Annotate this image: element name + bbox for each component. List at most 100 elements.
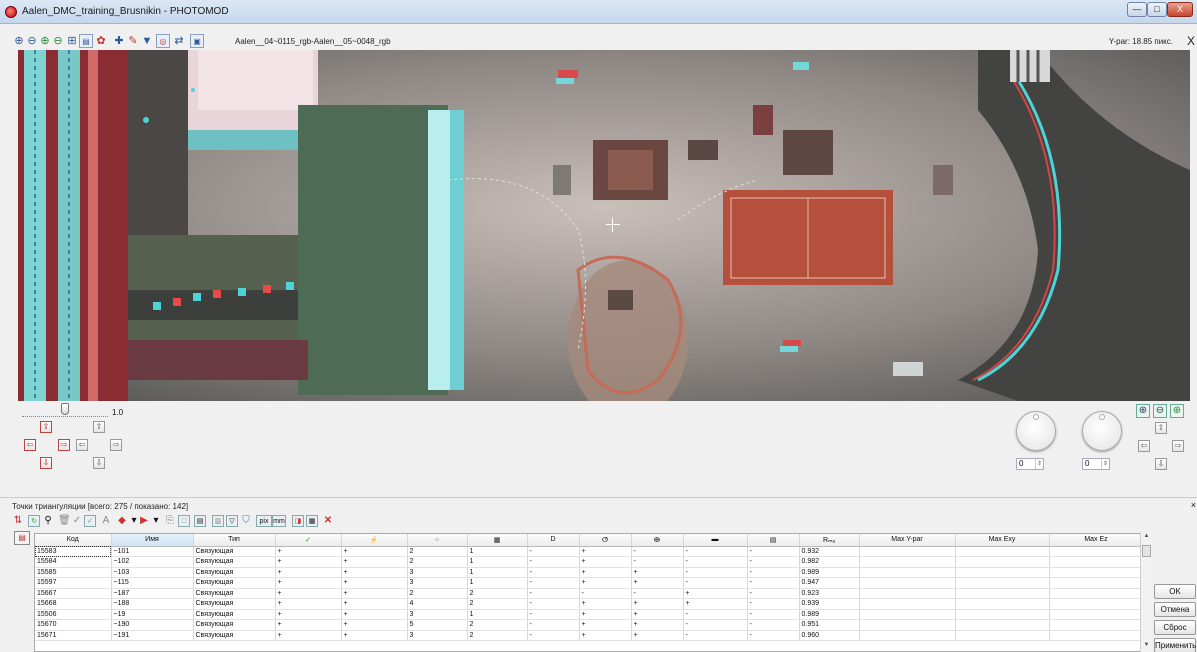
- table-cell[interactable]: [1049, 619, 1141, 631]
- left-left-button[interactable]: ⇦: [24, 439, 36, 451]
- table-cell[interactable]: +: [341, 630, 408, 641]
- table-cell[interactable]: 0.960: [799, 630, 860, 641]
- copy-icon[interactable]: ⎘: [164, 515, 176, 527]
- table-cell[interactable]: +: [579, 556, 632, 568]
- rename-icon[interactable]: A: [100, 515, 112, 527]
- options-icon[interactable]: ▥: [212, 515, 224, 527]
- minimize-button[interactable]: —: [1127, 2, 1147, 17]
- zoom-actual-icon[interactable]: ⊖: [51, 34, 65, 48]
- table-cell[interactable]: -: [683, 609, 748, 620]
- table-cell[interactable]: +: [275, 556, 342, 568]
- table-cell[interactable]: 3: [407, 630, 468, 641]
- col-header-strip-icon[interactable]: ▬: [683, 534, 748, 547]
- stereo-mode-icon[interactable]: ◎: [156, 34, 170, 48]
- filter-settings-icon[interactable]: ⛉: [240, 515, 252, 527]
- table-cell[interactable]: +: [341, 556, 408, 568]
- pan-right-button[interactable]: ⇨: [1172, 440, 1184, 452]
- ok-button[interactable]: OK: [1154, 584, 1196, 599]
- table-cell[interactable]: ~190: [111, 619, 194, 631]
- table-cell[interactable]: -: [683, 546, 748, 557]
- table-cell[interactable]: 3: [407, 577, 468, 589]
- clear-icon[interactable]: ✕: [322, 515, 334, 527]
- table-cell[interactable]: [955, 598, 1050, 610]
- table-cell[interactable]: 15667: [35, 588, 112, 599]
- pan-up-button[interactable]: ⇧: [1155, 422, 1167, 434]
- right-up-button[interactable]: ⇧: [93, 421, 105, 433]
- panel-divider[interactable]: [0, 497, 1197, 498]
- table-row[interactable]: 15668 ~188 Связующая + +4 2- + + + -0.939: [35, 598, 1141, 610]
- table-cell[interactable]: 3: [407, 567, 468, 578]
- table-settings-button[interactable]: ▤: [14, 531, 30, 545]
- table-cell[interactable]: ~101: [111, 546, 194, 557]
- table-cell[interactable]: 1: [467, 567, 528, 578]
- marker-icon[interactable]: ▼: [140, 34, 154, 48]
- col-header-multi-icon[interactable]: ⴲ: [631, 534, 684, 547]
- table-cell[interactable]: +: [631, 630, 684, 641]
- table-cell[interactable]: -: [527, 556, 580, 568]
- table-cell[interactable]: +: [631, 619, 684, 631]
- table-row[interactable]: 15583 ~101 Связующая + +2 1- + - - -0.932: [35, 546, 1141, 557]
- table-cell[interactable]: ~103: [111, 567, 194, 578]
- table-cell[interactable]: -: [683, 567, 748, 578]
- zoom-in-icon[interactable]: ⊕: [12, 34, 26, 48]
- find-icon[interactable]: ⚲: [42, 515, 54, 527]
- table-cell[interactable]: -: [527, 567, 580, 578]
- col-header-max-ypar[interactable]: Max Y-par: [859, 534, 956, 547]
- table-cell[interactable]: +: [341, 619, 408, 631]
- table-cell[interactable]: Связующая: [193, 630, 276, 641]
- table-cell[interactable]: +: [275, 609, 342, 620]
- table-cell[interactable]: ~19: [111, 609, 194, 620]
- check-icon[interactable]: ✓: [71, 515, 83, 527]
- scrollbar-thumb[interactable]: [1142, 545, 1151, 557]
- maximize-button[interactable]: □: [1147, 2, 1167, 17]
- table-cell[interactable]: +: [275, 567, 342, 578]
- table-cell[interactable]: -: [683, 619, 748, 631]
- table-cell[interactable]: ~188: [111, 598, 194, 610]
- col-header-rmax[interactable]: Rₘₐ: [799, 534, 860, 547]
- table-cell[interactable]: 1: [467, 546, 528, 557]
- table-cell[interactable]: +: [341, 588, 408, 599]
- table-cell[interactable]: [1049, 556, 1141, 568]
- table-cell[interactable]: 0.939: [799, 598, 860, 610]
- table-cell[interactable]: 2: [407, 546, 468, 557]
- table-cell[interactable]: 0.923: [799, 588, 860, 599]
- table-cell[interactable]: -: [683, 556, 748, 568]
- table-cell[interactable]: [859, 609, 956, 620]
- table-cell[interactable]: Связующая: [193, 556, 276, 568]
- checkbox-icon[interactable]: ✓: [84, 515, 96, 527]
- left-right-button[interactable]: ⇨: [58, 439, 70, 451]
- edit-point-icon[interactable]: ✎: [126, 34, 140, 48]
- table-cell[interactable]: [859, 588, 956, 599]
- reset-button[interactable]: Сброс: [1154, 620, 1196, 635]
- col-header-block-icon[interactable]: ▤: [747, 534, 800, 547]
- table-row[interactable]: 15506 ~19 Связующая + +3 1- + + - -0.989: [35, 609, 1141, 620]
- table-cell[interactable]: Связующая: [193, 619, 276, 631]
- table-cell[interactable]: 3: [407, 609, 468, 620]
- spin-arrows-icon[interactable]: ⇕: [1035, 459, 1043, 469]
- table-cell[interactable]: +: [579, 598, 632, 610]
- table-cell[interactable]: +: [341, 577, 408, 589]
- table-cell[interactable]: -: [631, 546, 684, 557]
- zoom-out-button[interactable]: ⊖: [1153, 404, 1167, 418]
- col-header-max-exy[interactable]: Max Exy: [955, 534, 1050, 547]
- table-cell[interactable]: 15597: [35, 577, 112, 589]
- table-cell[interactable]: 15668: [35, 598, 112, 610]
- table-cell[interactable]: -: [527, 598, 580, 610]
- col-header-max-ez[interactable]: Max Ez: [1049, 534, 1141, 547]
- table-cell[interactable]: 0.932: [799, 546, 860, 557]
- layer-icon[interactable]: ▤: [79, 34, 93, 48]
- table-cell[interactable]: Связующая: [193, 598, 276, 610]
- table-cell[interactable]: -: [527, 546, 580, 557]
- sort-icon[interactable]: ⇅: [12, 515, 24, 527]
- right-left-button[interactable]: ⇦: [76, 439, 88, 451]
- table-cell[interactable]: -: [631, 556, 684, 568]
- table-scrollbar[interactable]: ▲ ▼: [1140, 533, 1152, 652]
- table-cell[interactable]: +: [631, 598, 684, 610]
- col-header-code[interactable]: Код: [35, 534, 112, 547]
- table-cell[interactable]: [859, 556, 956, 568]
- stereo-view[interactable]: [18, 50, 1190, 401]
- rotation-dial-right[interactable]: [1082, 411, 1122, 451]
- table-cell[interactable]: 15583: [35, 546, 112, 557]
- table-cell[interactable]: +: [275, 588, 342, 599]
- grid-icon[interactable]: ⊞: [65, 34, 79, 48]
